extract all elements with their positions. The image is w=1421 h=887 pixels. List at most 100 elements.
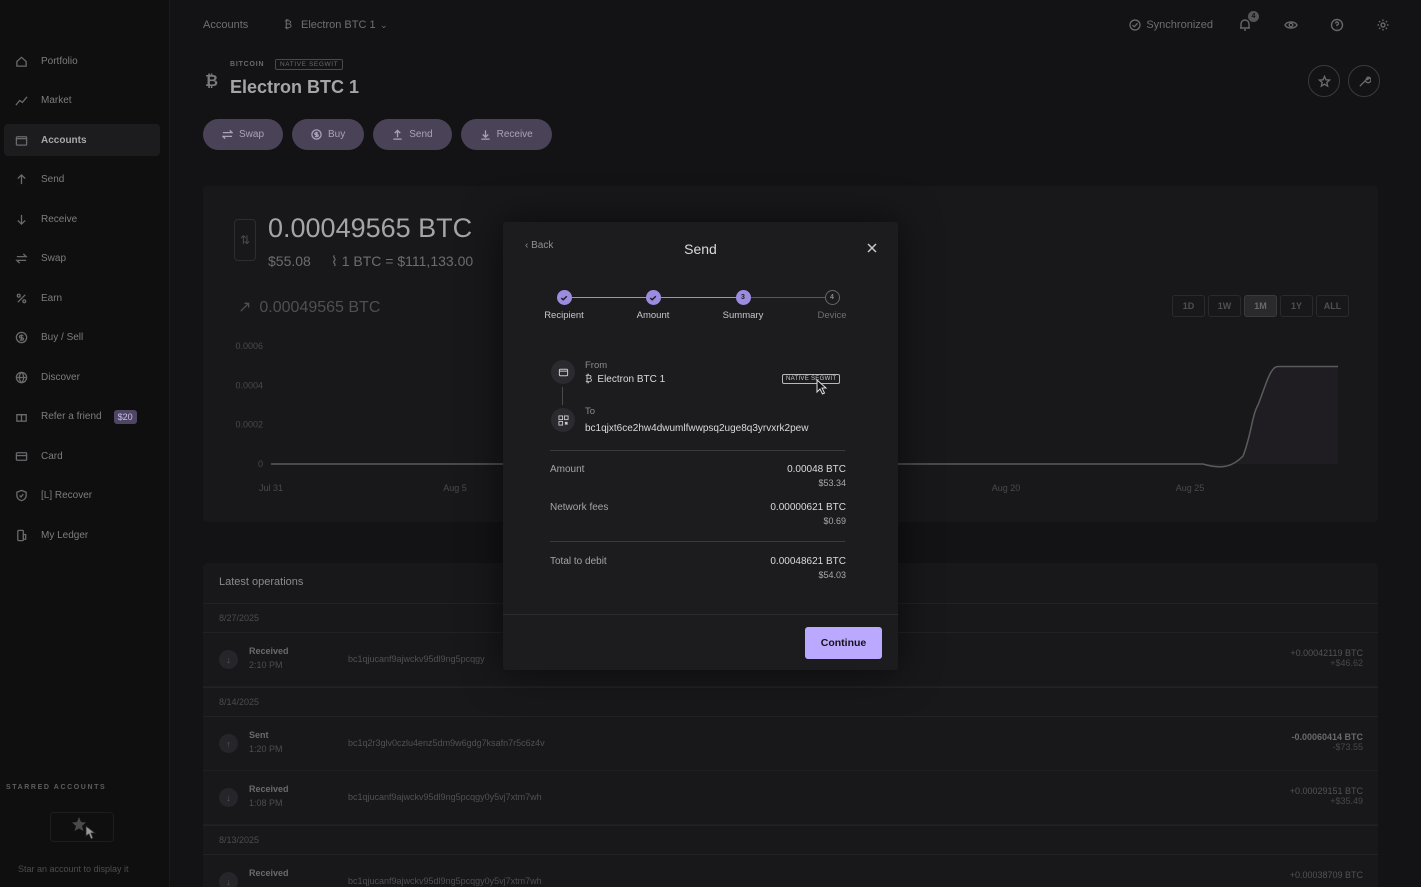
home-icon: [14, 54, 28, 68]
shield-icon: [14, 489, 28, 503]
step-amount: Amount: [613, 290, 693, 321]
step-label: Amount: [636, 310, 670, 321]
sidebar-item-refer[interactable]: Refer a friend $20: [4, 401, 160, 433]
chevron-down-icon[interactable]: ⌄: [380, 20, 388, 31]
balance-fiat: $55.08: [268, 253, 311, 269]
sidebar-item-receive[interactable]: Receive: [4, 203, 160, 235]
chart-icon: [14, 94, 28, 108]
range-selector: 1D 1W 1M 1Y ALL: [1169, 295, 1349, 317]
close-icon[interactable]: [865, 241, 879, 255]
globe-icon: [14, 370, 28, 384]
operation-amount-crypto: +0.00042119 BTC: [1290, 648, 1363, 658]
receive-button-label: Receive: [496, 129, 533, 140]
fees-label: Network fees: [550, 502, 609, 513]
exchange-rate: ⌇ 1 BTC = $111,133.00: [331, 253, 473, 270]
bitcoin-icon: ₿: [585, 374, 593, 385]
percent-icon: [14, 291, 28, 305]
send-button[interactable]: Send: [373, 119, 452, 150]
operation-amount-crypto: +0.00029151 BTC: [1289, 786, 1363, 796]
sidebar-item-my-ledger[interactable]: My Ledger: [4, 519, 160, 551]
sidebar-item-send[interactable]: Send: [4, 164, 160, 196]
balance-swap-toggle[interactable]: ⇅: [234, 219, 256, 261]
sidebar-item-label: Send: [41, 174, 65, 185]
to-label: To: [585, 406, 596, 417]
wrench-icon: [1358, 76, 1371, 87]
operation-address: bc1q2r3glv0czlu4enz5dm9w6gdg7ksafn7r5c6z…: [348, 738, 545, 748]
continue-button[interactable]: Continue: [805, 627, 882, 659]
star-button[interactable]: [1308, 65, 1340, 97]
step-label: Summary: [722, 310, 764, 321]
download-icon: [480, 130, 490, 140]
sidebar-item-accounts[interactable]: Accounts: [4, 124, 160, 156]
breadcrumb-account[interactable]: Electron BTC 1: [301, 19, 376, 31]
total-value: 0.00048621 BTC $54.03: [770, 556, 846, 580]
sidebar-item-label: [L] Recover: [41, 490, 93, 501]
swap-icon: [14, 252, 28, 266]
sidebar-item-recover[interactable]: [L] Recover: [4, 480, 160, 512]
edit-account-button[interactable]: [1348, 65, 1380, 97]
sidebar-item-card[interactable]: Card: [4, 440, 160, 472]
sidebar-item-label: My Ledger: [41, 529, 89, 541]
operation-address: bc1qjucanf9ajwckv95dl9ng5pcqgy0y5vj7xtm7…: [348, 876, 542, 886]
arrow-down-icon: ↓: [219, 650, 238, 669]
operation-address: bc1qjucanf9ajwckv95dl9ng5pcqgy: [348, 654, 485, 664]
arrow-up-icon: ↑: [219, 734, 238, 753]
sidebar-item-label: Card: [41, 450, 63, 462]
breadcrumb-accounts[interactable]: Accounts: [203, 19, 248, 31]
sidebar-item-buy-sell[interactable]: Buy / Sell: [4, 322, 160, 354]
operation-address: bc1qjucanf9ajwckv95dl9ng5pcqgy0y5vj7xtm7…: [348, 792, 542, 802]
sidebar-item-discover[interactable]: Discover: [4, 361, 160, 393]
total-label: Total to debit: [550, 556, 607, 567]
swap-button[interactable]: Swap: [203, 119, 284, 150]
from-label: From: [585, 360, 608, 371]
mouse-cursor-icon: [816, 379, 828, 395]
upload-icon: [393, 129, 402, 140]
step-number: 4: [824, 290, 840, 305]
pulse-icon: ⌇: [331, 253, 338, 269]
eye-icon[interactable]: [1283, 17, 1299, 33]
operation-amount-fiat: +$46.62: [1330, 658, 1363, 668]
x-tick-label: Aug 25: [1176, 483, 1205, 493]
amount-value: 0.00048 BTC $53.34: [787, 464, 846, 488]
total-fiat: $54.03: [818, 570, 846, 580]
device-icon: [14, 528, 28, 542]
gear-icon[interactable]: [1375, 17, 1391, 33]
sidebar-item-label: Portfolio: [41, 55, 78, 67]
arrow-down-icon: ↓: [219, 872, 238, 887]
send-modal: ‹ Back Send Recipient Amount 3 Summary 4…: [503, 222, 898, 670]
range-1d[interactable]: 1D: [1172, 295, 1205, 317]
receive-button[interactable]: Receive: [460, 119, 552, 150]
operation-time: 1:08 PM: [249, 798, 283, 808]
operation-amount: +0.00038709 BTC: [1290, 870, 1363, 880]
operation-amount-crypto: -0.00060414 BTC: [1291, 732, 1363, 742]
operation-row[interactable]: ↑ Sent 1:20 PM bc1q2r3glv0czlu4enz5dm9w6…: [203, 717, 1378, 771]
help-icon[interactable]: [1329, 17, 1345, 33]
topbar-actions: Synchronized 4: [1129, 11, 1421, 38]
sync-status: Synchronized: [1129, 19, 1213, 31]
bell-icon[interactable]: 4: [1237, 11, 1259, 33]
range-1w[interactable]: 1W: [1208, 295, 1241, 317]
sidebar-item-market[interactable]: Market: [4, 85, 160, 117]
operations-date: 8/13/2025: [203, 825, 1378, 855]
send-stepper: Recipient Amount 3 Summary 4 Device: [533, 290, 873, 330]
operation-row[interactable]: ↓ Received 1:08 PM bc1qjucanf9ajwckv95dl…: [203, 771, 1378, 825]
sidebar-item-label: Buy / Sell: [41, 332, 84, 343]
sidebar-item-portfolio[interactable]: Portfolio: [4, 45, 160, 77]
modal-title: Send: [684, 241, 717, 257]
account-name: Electron BTC 1: [230, 77, 360, 97]
y-tick-label: 0.0006: [235, 341, 263, 351]
sidebar-item-swap[interactable]: Swap: [4, 243, 160, 275]
operations-title: Latest operations: [219, 576, 304, 588]
operation-row[interactable]: ↓ Received bc1qjucanf9ajwckv95dl9ng5pcqg…: [203, 855, 1378, 887]
range-all[interactable]: ALL: [1316, 295, 1349, 317]
step-device: 4 Device: [792, 290, 872, 321]
amount-crypto: 0.00048 BTC: [787, 464, 846, 475]
sidebar-item-earn[interactable]: Earn: [4, 282, 160, 314]
buy-button[interactable]: Buy: [292, 119, 365, 150]
range-1y[interactable]: 1Y: [1280, 295, 1313, 317]
dollar-icon: [14, 331, 28, 345]
range-1m[interactable]: 1M: [1244, 295, 1277, 317]
arrow-down-icon: [14, 212, 28, 226]
from-account: ₿ Electron BTC 1: [585, 374, 665, 385]
star-icon: [1317, 74, 1331, 88]
